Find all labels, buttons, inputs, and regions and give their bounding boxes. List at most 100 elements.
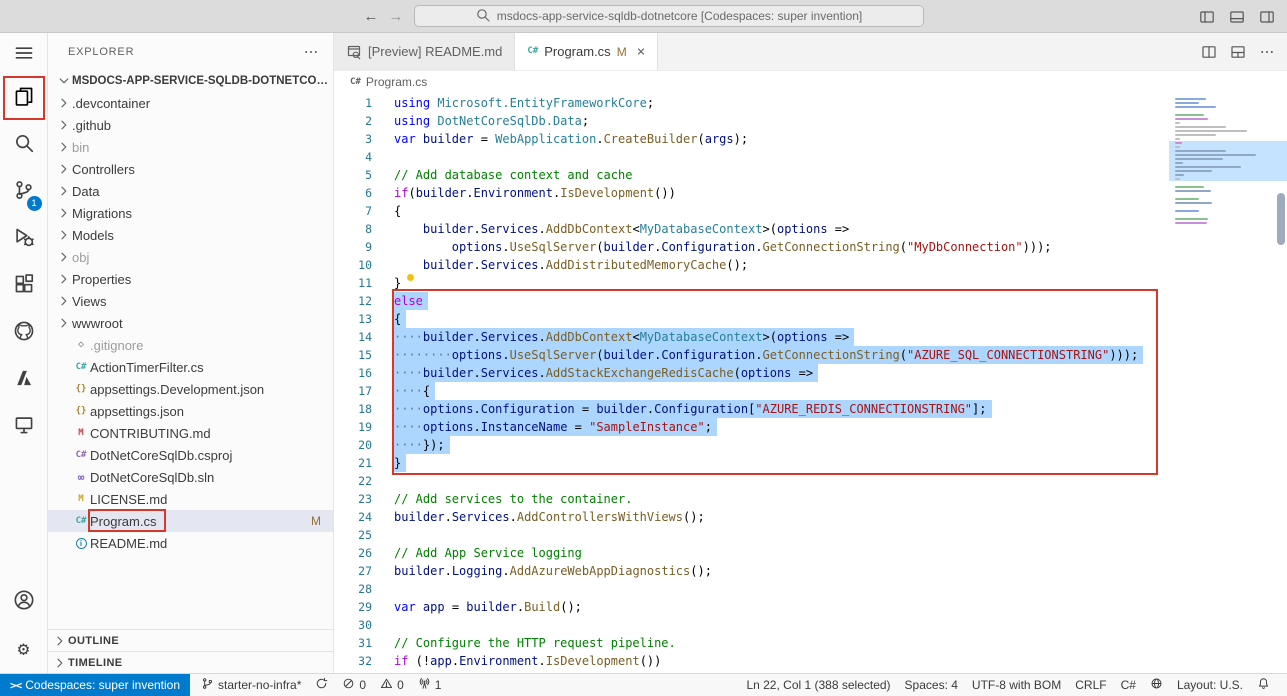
status-notifications[interactable]: [1250, 674, 1277, 696]
status-cursor-position[interactable]: Ln 22, Col 1 (388 selected): [739, 674, 897, 696]
code-line-11[interactable]: 11}: [334, 274, 1169, 292]
customize-layout-icon[interactable]: [1230, 44, 1246, 60]
status-branch[interactable]: starter-no-infra*: [194, 674, 308, 696]
tree-item-file-license[interactable]: MLICENSE.md: [48, 488, 333, 510]
tree-item-folder-obj[interactable]: obj: [48, 246, 333, 268]
activity-bar-item-azure[interactable]: [0, 357, 48, 404]
code-line-1[interactable]: 1using Microsoft.EntityFrameworkCore;: [334, 94, 1169, 112]
code-line-13[interactable]: 13{: [334, 310, 1169, 328]
sidebar-section-timeline[interactable]: TIMELINE: [48, 651, 333, 673]
activity-bar-item-extensions[interactable]: [0, 263, 48, 310]
code-line-2[interactable]: 2using DotNetCoreSqlDb.Data;: [334, 112, 1169, 130]
code-line-32[interactable]: 32if (!app.Environment.IsDevelopment()): [334, 652, 1169, 670]
tree-item-folder-views[interactable]: Views: [48, 290, 333, 312]
status-errors[interactable]: 0: [335, 674, 373, 696]
more-actions-icon[interactable]: [1259, 44, 1275, 60]
code-area[interactable]: 1using Microsoft.EntityFrameworkCore;2us…: [334, 94, 1169, 673]
status-eol[interactable]: CRLF: [1068, 674, 1113, 696]
code-line-5[interactable]: 5// Add database context and cache: [334, 166, 1169, 184]
tree-item-file-csproj[interactable]: C#DotNetCoreSqlDb.csproj: [48, 444, 333, 466]
code-line-9[interactable]: 9 options.UseSqlServer(builder.Configura…: [334, 238, 1169, 256]
line-number: 15: [334, 346, 372, 364]
tree-item-folder-wwwroot[interactable]: wwwroot: [48, 312, 333, 334]
tree-item-file-sln[interactable]: ∞DotNetCoreSqlDb.sln: [48, 466, 333, 488]
code-line-21[interactable]: 21}: [334, 454, 1169, 472]
status-remote[interactable]: ><Codespaces: super invention: [0, 674, 190, 696]
tree-item-root[interactable]: MSDOCS-APP-SERVICE-SQLDB-DOTNETCOR...: [48, 70, 333, 92]
tree-item-file-actiontimerfilter[interactable]: C#ActionTimerFilter.cs: [48, 356, 333, 378]
toggle-primary-sidebar-icon[interactable]: [1199, 9, 1215, 25]
code-line-26[interactable]: 26// Add App Service logging: [334, 544, 1169, 562]
breadcrumb[interactable]: C# Program.cs: [334, 71, 1287, 93]
tree-item-folder-bin[interactable]: bin: [48, 136, 333, 158]
code-line-30[interactable]: 30: [334, 616, 1169, 634]
back-arrow-icon[interactable]: ←: [364, 9, 379, 24]
code-line-8[interactable]: 8 builder.Services.AddDbContext<MyDataba…: [334, 220, 1169, 238]
code-line-7[interactable]: 7{: [334, 202, 1169, 220]
minimap[interactable]: [1169, 94, 1287, 673]
tree-item-file-gitignore[interactable]: ◇.gitignore: [48, 334, 333, 356]
close-icon[interactable]: ×: [637, 45, 645, 59]
tree-item-folder-properties[interactable]: Properties: [48, 268, 333, 290]
scrollbar-thumb[interactable]: [1277, 193, 1285, 245]
split-editor-icon[interactable]: [1201, 44, 1217, 60]
tree-item-folder-github[interactable]: .github: [48, 114, 333, 136]
activity-bar-item-settings[interactable]: ⚙: [0, 626, 48, 673]
status-ports[interactable]: 1: [411, 674, 449, 696]
activity-bar-item-github[interactable]: [0, 310, 48, 357]
code-line-14[interactable]: 14····builder.Services.AddDbContext<MyDa…: [334, 328, 1169, 346]
code-line-3[interactable]: 3var builder = WebApplication.CreateBuil…: [334, 130, 1169, 148]
code-line-10[interactable]: 10 builder.Services.AddDistributedMemory…: [334, 256, 1169, 274]
code-line-28[interactable]: 28: [334, 580, 1169, 598]
sidebar-section-outline[interactable]: OUTLINE: [48, 629, 333, 651]
code-line-19[interactable]: 19····options.InstanceName = "SampleInst…: [334, 418, 1169, 436]
activity-bar-item-explorer[interactable]: [0, 75, 48, 122]
explorer-actions-icon[interactable]: [303, 44, 319, 60]
tree-item-folder-devcontainer[interactable]: .devcontainer: [48, 92, 333, 114]
toggle-panel-icon[interactable]: [1229, 9, 1245, 25]
code-editor[interactable]: 1using Microsoft.EntityFrameworkCore;2us…: [334, 93, 1287, 673]
code-line-17[interactable]: 17····{: [334, 382, 1169, 400]
status-warnings[interactable]: 0: [373, 674, 411, 696]
code-line-31[interactable]: 31// Configure the HTTP request pipeline…: [334, 634, 1169, 652]
status-language-mode[interactable]: C#: [1114, 674, 1143, 696]
tree-item-folder-migrations[interactable]: Migrations: [48, 202, 333, 224]
activity-bar-item-source-control[interactable]: 1: [0, 169, 48, 216]
tree-item-file-program[interactable]: C#Program.csM: [48, 510, 333, 532]
activity-bar-item-accounts[interactable]: [0, 579, 48, 626]
code-line-23[interactable]: 23// Add services to the container.: [334, 490, 1169, 508]
code-line-24[interactable]: 24builder.Services.AddControllersWithVie…: [334, 508, 1169, 526]
tree-item-file-readme[interactable]: iREADME.md: [48, 532, 333, 554]
tree-item-folder-controllers[interactable]: Controllers: [48, 158, 333, 180]
code-line-22[interactable]: 22: [334, 472, 1169, 490]
code-line-6[interactable]: 6if(builder.Environment.IsDevelopment()): [334, 184, 1169, 202]
tree-item-folder-models[interactable]: Models: [48, 224, 333, 246]
code-line-27[interactable]: 27builder.Logging.AddAzureWebAppDiagnost…: [334, 562, 1169, 580]
tree-item-file-appsettings[interactable]: {}appsettings.json: [48, 400, 333, 422]
status-encoding[interactable]: UTF-8 with BOM: [965, 674, 1068, 696]
tree-item-file-contributing[interactable]: MCONTRIBUTING.md: [48, 422, 333, 444]
code-line-4[interactable]: 4: [334, 148, 1169, 166]
status-indentation[interactable]: Spaces: 4: [898, 674, 965, 696]
activity-bar-item-menu[interactable]: [0, 35, 48, 75]
toggle-secondary-sidebar-icon[interactable]: [1259, 9, 1275, 25]
activity-bar-item-run-and-debug[interactable]: [0, 216, 48, 263]
tab-program-cs[interactable]: C#Program.csM×: [515, 33, 658, 70]
code-line-12[interactable]: 12else: [334, 292, 1169, 310]
activity-bar-item-remote-explorer[interactable]: [0, 404, 48, 451]
status-browser[interactable]: [1143, 674, 1170, 696]
activity-bar-item-search[interactable]: [0, 122, 48, 169]
code-line-25[interactable]: 25: [334, 526, 1169, 544]
code-line-29[interactable]: 29var app = builder.Build();: [334, 598, 1169, 616]
tab-readme-preview[interactable]: [Preview] README.md: [334, 33, 515, 70]
status-keyboard-layout[interactable]: Layout: U.S.: [1170, 674, 1250, 696]
code-line-18[interactable]: 18····options.Configuration = builder.Co…: [334, 400, 1169, 418]
code-line-20[interactable]: 20····});: [334, 436, 1169, 454]
code-line-16[interactable]: 16····builder.Services.AddStackExchangeR…: [334, 364, 1169, 382]
command-center-search[interactable]: msdocs-app-service-sqldb-dotnetcore [Cod…: [414, 5, 924, 27]
forward-arrow-icon[interactable]: →: [389, 9, 404, 24]
tree-item-file-appsettings-development[interactable]: {}appsettings.Development.json: [48, 378, 333, 400]
tree-item-folder-data[interactable]: Data: [48, 180, 333, 202]
status-sync[interactable]: [308, 674, 335, 696]
code-line-15[interactable]: 15········options.UseSqlServer(builder.C…: [334, 346, 1169, 364]
